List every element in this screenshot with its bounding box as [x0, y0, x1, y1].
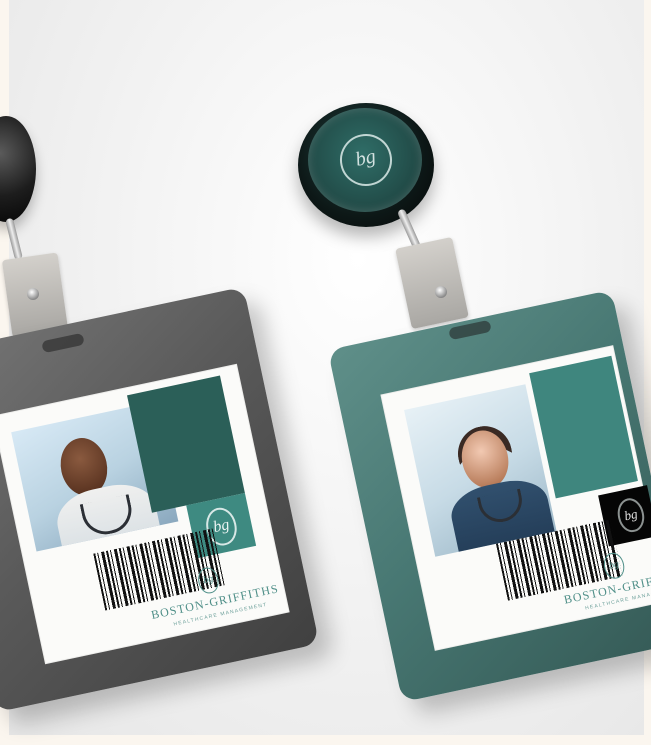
photo-scene: bg bg bg BOSTON-GRIFFITHS HEALTHCARE MAN…: [0, 0, 651, 745]
right-card-photo: [404, 384, 557, 557]
left-clip-rivet: [27, 288, 39, 300]
right-clip-rivet: [435, 286, 447, 298]
left-id-card: bg bg BOSTON-GRIFFITHS HEALTHCARE MANAGE…: [0, 363, 290, 665]
